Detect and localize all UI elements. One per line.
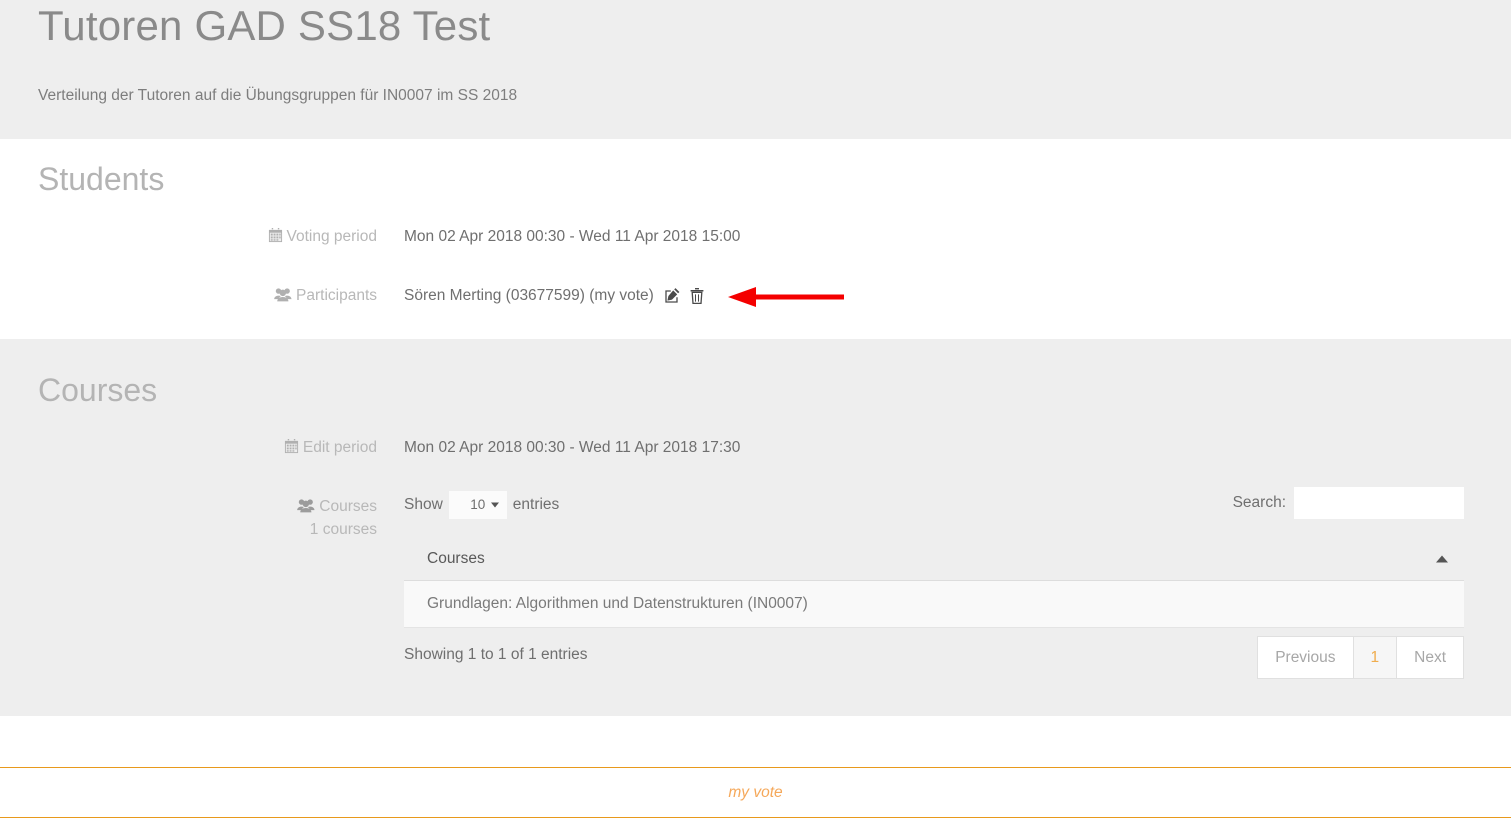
pagination-page-1-button[interactable]: 1: [1353, 637, 1398, 678]
students-section: [0, 139, 1511, 339]
calendar-icon: [268, 228, 283, 250]
sort-ascending-icon: [1436, 555, 1448, 563]
footer-legend-text: my vote: [728, 783, 783, 801]
courses-label: Courses: [297, 496, 377, 520]
participants-row: Sören Merting (03677599) (my vote): [404, 285, 704, 307]
page-header: Tutoren GAD SS18 Test Verteilung der Tut…: [0, 0, 1511, 139]
entries-select-value: 10: [470, 497, 486, 512]
entries-label: entries: [512, 496, 560, 513]
table-row[interactable]: Grundlagen: Algorithmen und Datenstruktu…: [404, 580, 1464, 628]
courses-table: Courses Grundlagen: Algorithmen und Date…: [404, 538, 1464, 628]
courses-count: 1 courses: [309, 521, 377, 538]
voting-period-label-text: Voting period: [286, 228, 378, 245]
participants-label: Participants: [274, 285, 377, 309]
students-heading: Students: [38, 161, 165, 197]
courses-heading: Courses: [38, 372, 158, 408]
trash-icon[interactable]: [690, 288, 704, 304]
edit-period-value: Mon 02 Apr 2018 00:30 - Wed 11 Apr 2018 …: [404, 439, 741, 456]
calendar-icon: [284, 439, 299, 461]
show-label: Show: [404, 496, 443, 513]
participant-name: Sören Merting (03677599) (my vote): [404, 287, 654, 304]
courses-label-text: Courses: [319, 498, 377, 515]
page-subtitle: Verteilung der Tutoren auf die Übungsgru…: [38, 87, 518, 104]
courses-table-body: Grundlagen: Algorithmen und Datenstruktu…: [404, 580, 1464, 628]
participants-label-text: Participants: [296, 287, 377, 304]
search-input[interactable]: [1294, 487, 1464, 519]
entries-select[interactable]: 10: [448, 491, 507, 519]
footer-spacer: [0, 716, 1511, 767]
datatable-info: Showing 1 to 1 of 1 entries: [404, 646, 588, 663]
courses-table-header-row: Courses: [404, 538, 1464, 581]
edit-period-label-text: Edit period: [302, 439, 377, 456]
datatable-filter-control: Search:: [1233, 487, 1464, 519]
voting-period-label: Voting period: [268, 226, 378, 250]
edit-period-label: Edit period: [284, 437, 377, 461]
column-header-courses-label: Courses: [427, 550, 485, 567]
datatable-length-control: Show 10 entries: [404, 491, 559, 519]
edit-square-icon[interactable]: [664, 288, 680, 304]
users-icon: [274, 287, 292, 309]
courses-table-head: Courses: [404, 538, 1464, 581]
column-header-courses[interactable]: Courses: [404, 538, 1464, 581]
course-name-cell: Grundlagen: Algorithmen und Datenstruktu…: [404, 580, 1464, 628]
chevron-down-icon: [490, 502, 499, 508]
search-label: Search:: [1232, 494, 1286, 511]
pagination-next-button[interactable]: Next: [1397, 637, 1463, 678]
datatable-pagination: Previous 1 Next: [1257, 636, 1464, 679]
voting-period-value: Mon 02 Apr 2018 00:30 - Wed 11 Apr 2018 …: [404, 228, 741, 245]
users-icon: [297, 498, 315, 520]
pagination-previous-button[interactable]: Previous: [1258, 637, 1354, 678]
footer-legend: my vote: [0, 767, 1511, 818]
page-title: Tutoren GAD SS18 Test: [38, 2, 491, 49]
